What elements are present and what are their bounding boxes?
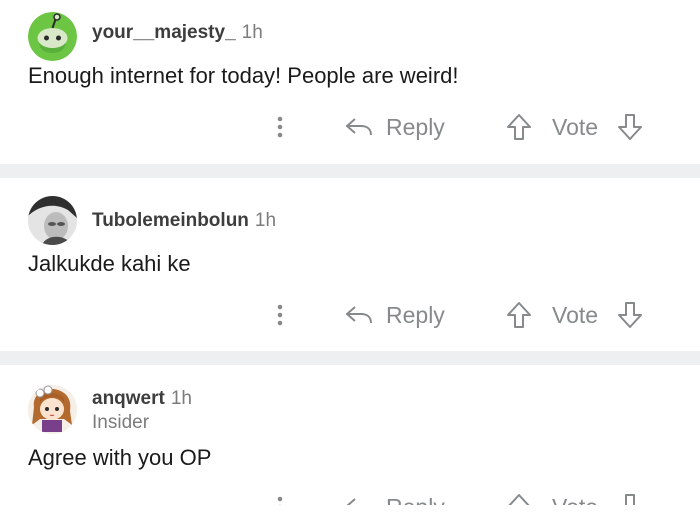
username[interactable]: anqwert [92, 388, 165, 409]
vote-label: Vote [552, 301, 599, 328]
upvote-button[interactable] [506, 107, 536, 147]
more-vertical-icon [277, 116, 283, 138]
downvote-icon [625, 494, 635, 505]
reply-arrow-icon [346, 498, 356, 505]
reply-button[interactable]: Reply [344, 487, 445, 520]
vote-label: Vote [552, 493, 599, 520]
avatar[interactable] [28, 385, 77, 434]
downvote-button[interactable] [617, 487, 647, 505]
upvote-icon [507, 302, 531, 328]
more-options-button[interactable] [268, 295, 292, 335]
more-vertical-icon [277, 304, 283, 326]
downvote-button[interactable] [617, 295, 647, 335]
comment-actions: Reply Vote [0, 107, 700, 147]
more-options-button[interactable] [268, 107, 292, 147]
comment-actions: Reply Vote [0, 295, 700, 335]
downvote-button[interactable] [617, 107, 647, 147]
upvote-icon [507, 114, 531, 140]
comment: Tubolemeinbolun 1h Jalkukde kahi ke Reply… [0, 178, 700, 351]
username[interactable]: your__majesty_ [92, 22, 236, 43]
more-vertical-icon [277, 496, 283, 505]
reply-button[interactable]: Reply [344, 295, 445, 335]
comment-meta: Tubolemeinbolun 1h [92, 210, 276, 232]
reply-label: Reply [386, 113, 445, 140]
comment-meta: your__majesty_ 1h [92, 22, 263, 44]
vote-label: Vote [552, 113, 599, 140]
comment: anqwert 1h Insider Agree with you OP Repl… [0, 365, 700, 505]
timestamp: 1h [254, 210, 277, 231]
timestamp: 1h [170, 388, 192, 409]
upvote-button[interactable] [506, 295, 536, 335]
comment-divider [0, 164, 700, 178]
reply-label: Reply [386, 493, 445, 520]
reply-label: Reply [386, 301, 445, 328]
comment-actions: Reply Vote [0, 487, 700, 520]
comment-divider [0, 351, 700, 365]
reply-button[interactable]: Reply [344, 107, 445, 147]
timestamp: 1h [241, 22, 263, 43]
avatar[interactable] [28, 12, 77, 61]
comment-text: Jalkukde kahi ke [28, 251, 191, 276]
comment-text: Enough internet for today! People are we… [28, 63, 459, 88]
user-flair: Insider [92, 412, 150, 433]
downvote-icon [618, 114, 642, 140]
comment: your__majesty_ 1h Enough internet for tod… [0, 0, 700, 164]
more-options-button[interactable] [268, 487, 292, 505]
reply-arrow-icon [345, 306, 372, 324]
comment-meta: anqwert 1h [92, 388, 192, 410]
username[interactable]: Tubolemeinbolun [92, 210, 249, 231]
comment-text: Agree with you OP [28, 445, 212, 470]
upvote-button[interactable] [506, 487, 536, 505]
avatar[interactable] [28, 196, 77, 245]
downvote-icon [618, 302, 642, 328]
upvote-icon [508, 494, 530, 505]
reply-arrow-icon [345, 118, 372, 136]
